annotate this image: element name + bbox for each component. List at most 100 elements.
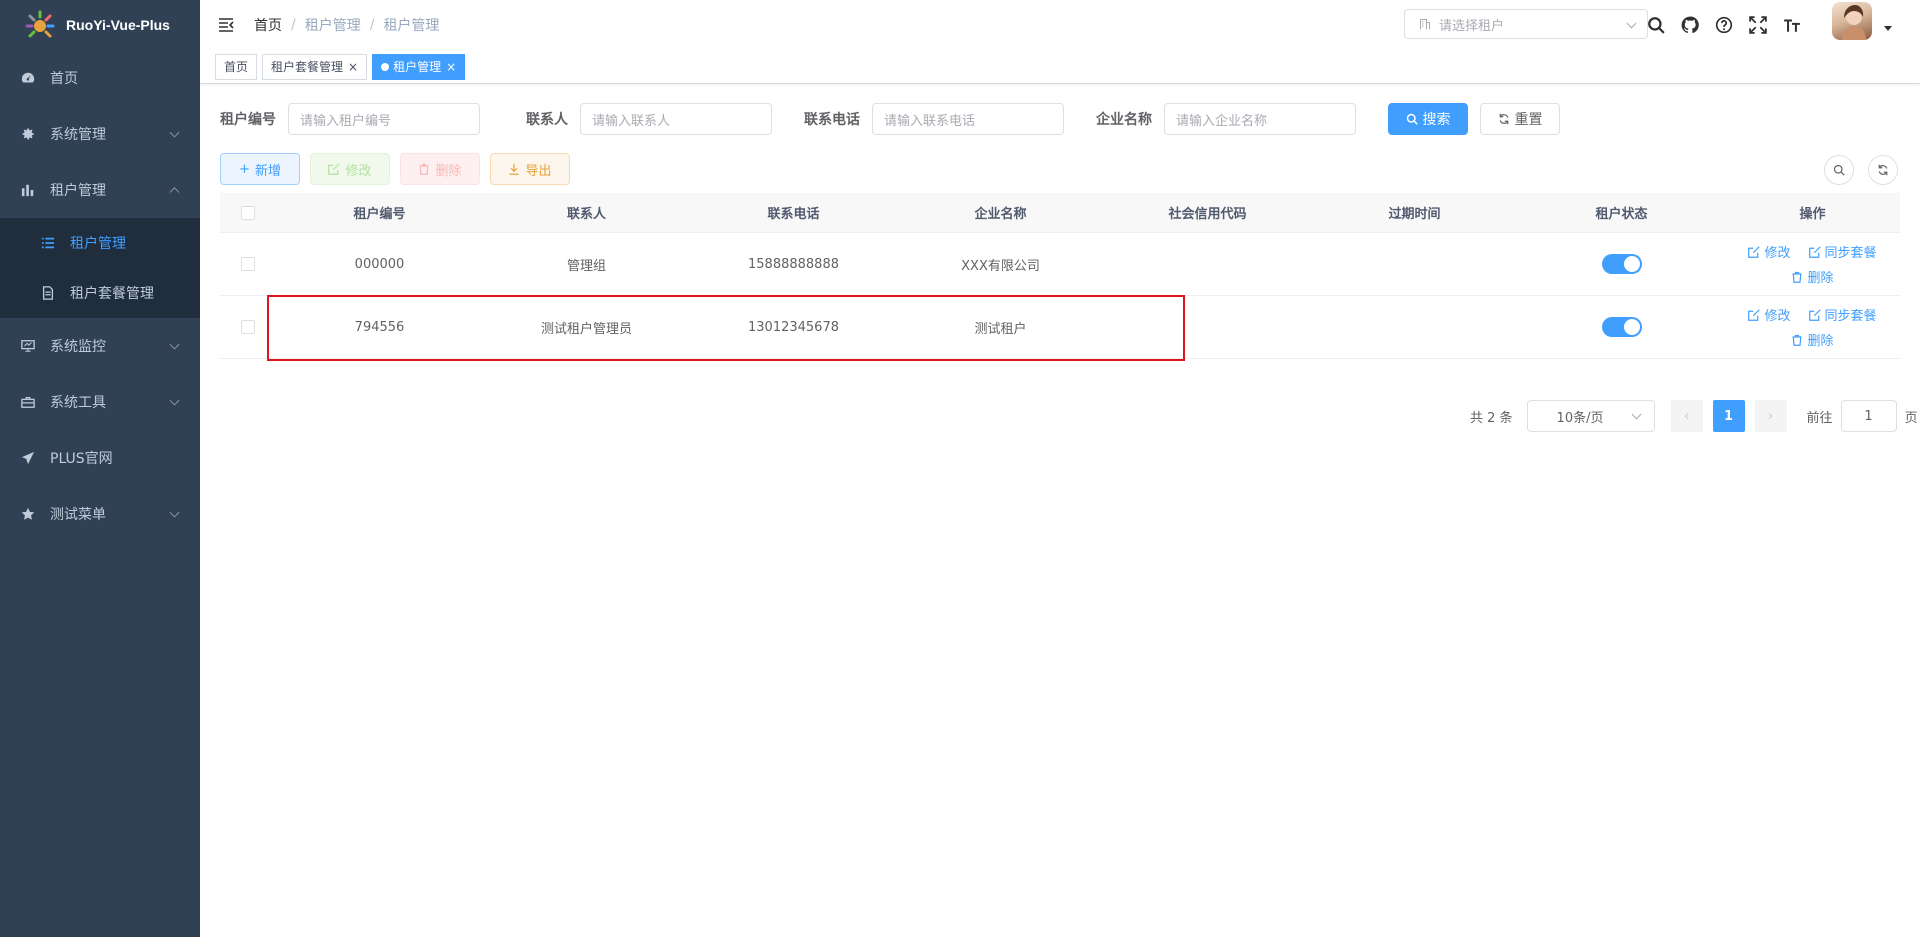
chevron-down-icon bbox=[169, 395, 180, 406]
sidebar-item-tenant-package[interactable]: 租户套餐管理 bbox=[0, 268, 200, 318]
delete-button[interactable]: 删除 bbox=[400, 153, 480, 185]
search-icon[interactable] bbox=[1646, 15, 1666, 35]
page-size-select[interactable]: 10条/页 bbox=[1526, 400, 1655, 432]
sidebar-item-tenant[interactable]: 租户管理 bbox=[0, 162, 200, 218]
reset-button[interactable]: 重置 bbox=[1480, 103, 1560, 135]
field-label-company: 企业名称 bbox=[1096, 112, 1152, 128]
breadcrumb-item-current: 租户管理 bbox=[383, 18, 440, 34]
breadcrumb-separator: / bbox=[291, 17, 296, 33]
add-button[interactable]: + 新增 bbox=[220, 153, 300, 185]
sidebar-item-label: 系统监控 bbox=[50, 339, 106, 355]
tenant-id-input[interactable]: 请输入租户编号 bbox=[288, 103, 480, 135]
toggle-search-button[interactable] bbox=[1824, 155, 1854, 185]
send-icon bbox=[20, 450, 36, 466]
breadcrumb-item-home[interactable]: 首页 bbox=[254, 15, 282, 35]
trash-icon bbox=[418, 163, 430, 175]
row-sync-package-link[interactable]: 同步套餐 bbox=[1808, 242, 1877, 261]
prev-page-button[interactable]: ‹ bbox=[1670, 400, 1703, 432]
logo[interactable]: RuoYi-Vue-Plus bbox=[0, 0, 200, 50]
row-edit-link[interactable]: 修改 bbox=[1748, 242, 1791, 261]
row-edit-label: 修改 bbox=[1764, 309, 1791, 324]
sidebar-item-system[interactable]: 系统管理 bbox=[0, 106, 200, 162]
tag-tenant-manage[interactable]: 租户管理 × bbox=[372, 53, 466, 80]
tenant-submenu: 租户管理 租户套餐管理 bbox=[0, 218, 200, 318]
sidebar-item-plus-site[interactable]: PLUS官网 bbox=[0, 430, 200, 486]
search-icon bbox=[1406, 113, 1418, 125]
page-suffix: 页 bbox=[1904, 410, 1918, 426]
caret-down-icon[interactable] bbox=[1884, 26, 1892, 31]
sidebar-item-label: 系统工具 bbox=[50, 395, 106, 411]
company-input[interactable]: 请输入企业名称 bbox=[1164, 103, 1356, 135]
close-icon[interactable]: × bbox=[446, 60, 456, 74]
export-button[interactable]: 导出 bbox=[490, 153, 570, 185]
sidebar-item-label: 租户套餐管理 bbox=[70, 286, 154, 302]
tag-home[interactable]: 首页 bbox=[215, 53, 258, 80]
tag-label: 租户套餐管理 bbox=[271, 60, 344, 74]
contact-input[interactable]: 请输入联系人 bbox=[580, 103, 772, 135]
toolbox-icon bbox=[20, 394, 36, 410]
close-icon[interactable]: × bbox=[348, 60, 358, 74]
row-delete-link[interactable]: 删除 bbox=[1791, 330, 1834, 349]
sidebar-item-home[interactable]: 首页 bbox=[0, 50, 200, 106]
column-header: 租户编号 bbox=[353, 207, 406, 222]
tag-label: 租户管理 bbox=[393, 60, 442, 74]
field-label-tenant-id: 租户编号 bbox=[220, 112, 276, 128]
edit-button-label: 修改 bbox=[345, 163, 372, 179]
row-edit-link[interactable]: 修改 bbox=[1748, 305, 1791, 324]
sidebar: RuoYi-Vue-Plus 首页 系统管理 租户管理 租户管理 租户套餐管理 … bbox=[0, 0, 200, 937]
avatar[interactable] bbox=[1832, 2, 1872, 40]
next-page-button[interactable]: › bbox=[1754, 400, 1787, 432]
select-all-checkbox[interactable] bbox=[241, 205, 255, 220]
font-size-icon[interactable] bbox=[1782, 15, 1802, 35]
sidebar-item-monitor[interactable]: 系统监控 bbox=[0, 318, 200, 374]
status-switch[interactable] bbox=[1601, 317, 1642, 337]
page-number-button[interactable]: 1 bbox=[1712, 400, 1745, 432]
cell-tenant-id: 000000 bbox=[354, 256, 405, 272]
search-form: 租户编号 请输入租户编号 联系人 请输入联系人 联系电话 请输入联系电话 企业名… bbox=[220, 103, 1560, 135]
row-checkbox[interactable] bbox=[241, 257, 255, 271]
sidebar-item-test-menu[interactable]: 测试菜单 bbox=[0, 486, 200, 542]
row-checkbox-cell bbox=[220, 257, 276, 271]
help-icon[interactable] bbox=[1714, 15, 1734, 35]
placeholder: 请输入租户编号 bbox=[300, 113, 392, 129]
row-sync-label: 同步套餐 bbox=[1824, 246, 1877, 261]
goto-label: 前往 bbox=[1806, 410, 1833, 426]
document-icon bbox=[40, 285, 56, 301]
hamburger-icon[interactable] bbox=[218, 17, 234, 33]
phone-input[interactable]: 请输入联系电话 bbox=[872, 103, 1064, 135]
row-delete-link[interactable]: 删除 bbox=[1791, 267, 1834, 286]
star-icon bbox=[20, 506, 36, 522]
row-checkbox[interactable] bbox=[241, 320, 255, 334]
row-sync-package-link[interactable]: 同步套餐 bbox=[1808, 305, 1877, 324]
sidebar-item-tools[interactable]: 系统工具 bbox=[0, 374, 200, 430]
chevron-up-icon bbox=[169, 187, 180, 198]
gear-icon bbox=[20, 126, 36, 142]
status-switch[interactable] bbox=[1601, 254, 1642, 274]
sidebar-item-tenant-manage[interactable]: 租户管理 bbox=[0, 218, 200, 268]
download-icon bbox=[508, 163, 520, 175]
cell-ops: 修改 同步套餐 删除 bbox=[1725, 305, 1900, 349]
tag-tenant-package[interactable]: 租户套餐管理 × bbox=[262, 53, 368, 80]
annotation-highlight-box bbox=[267, 295, 1185, 361]
chevron-down-icon bbox=[169, 339, 180, 350]
fullscreen-icon[interactable] bbox=[1748, 15, 1768, 35]
tenant-select[interactable]: 请选择租户 bbox=[1404, 9, 1648, 39]
placeholder: 请输入联系电话 bbox=[884, 113, 976, 129]
search-button[interactable]: 搜索 bbox=[1388, 103, 1468, 135]
edit-button[interactable]: 修改 bbox=[310, 153, 390, 185]
github-icon[interactable] bbox=[1680, 15, 1700, 35]
breadcrumb: 首页 / 租户管理 / 租户管理 bbox=[254, 15, 439, 35]
column-header: 社会信用代码 bbox=[1168, 207, 1247, 222]
export-button-label: 导出 bbox=[525, 163, 552, 179]
app-name: RuoYi-Vue-Plus bbox=[66, 17, 170, 33]
chart-icon bbox=[20, 182, 36, 198]
refresh-button[interactable] bbox=[1868, 155, 1898, 185]
row-sync-label: 同步套餐 bbox=[1824, 309, 1877, 324]
sidebar-item-label: 首页 bbox=[50, 71, 78, 87]
trash-icon bbox=[1791, 271, 1803, 283]
action-toolbar: + 新增 修改 删除 导出 bbox=[220, 153, 580, 185]
plus-icon: + bbox=[239, 161, 250, 177]
table-header: 租户编号 联系人 联系电话 企业名称 社会信用代码 过期时间 租户状态 操作 bbox=[220, 193, 1900, 233]
edit-icon bbox=[1748, 245, 1761, 258]
goto-page-input[interactable]: 1 bbox=[1840, 400, 1897, 432]
